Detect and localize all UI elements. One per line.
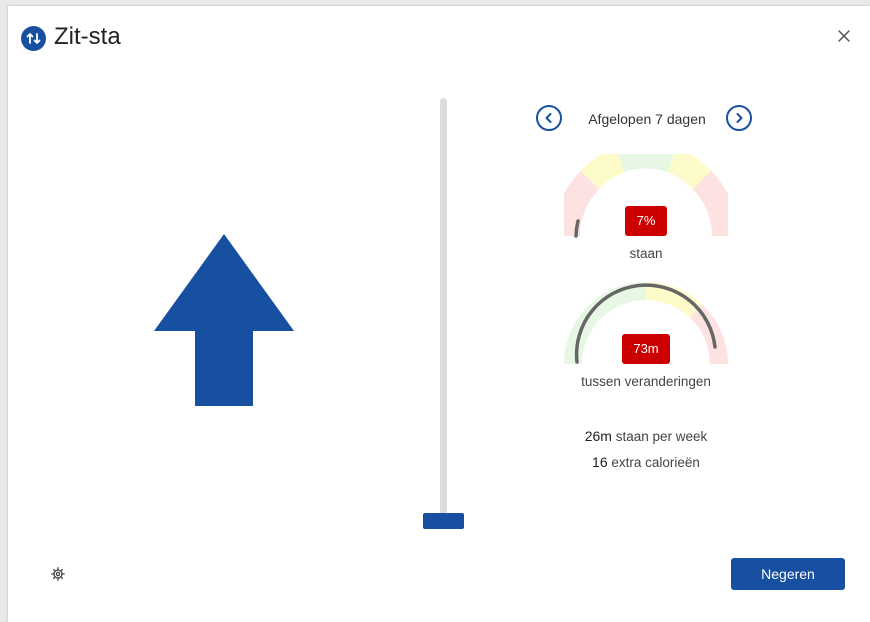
previous-period-button[interactable]	[536, 105, 562, 131]
between-changes-gauge: 73m	[564, 282, 728, 366]
gear-icon[interactable]	[51, 567, 65, 581]
standing-gauge-label: staan	[629, 246, 663, 261]
standing-gauge: 7%	[564, 154, 728, 238]
between-changes-gauge-label: tussen veranderingen	[581, 374, 711, 389]
standing-per-week-label: staan per week	[615, 429, 708, 444]
extra-calories-label: extra calorieën	[611, 455, 700, 470]
close-icon[interactable]	[836, 28, 852, 44]
app-title: Zit-sta	[54, 23, 121, 50]
period-label: Afgelopen 7 dagen	[588, 111, 706, 127]
next-period-button[interactable]	[726, 105, 752, 131]
standing-gauge-badge: 7%	[625, 206, 667, 236]
height-slider-handle[interactable]	[423, 513, 464, 529]
extra-calories-value: 16	[592, 454, 608, 470]
extra-calories-stat: 16 extra calorieën	[538, 454, 754, 470]
chevron-right-icon	[736, 113, 743, 123]
up-arrow-icon	[154, 234, 294, 406]
height-slider-track[interactable]	[440, 98, 447, 526]
ignore-button[interactable]: Negeren	[731, 558, 845, 590]
sit-stand-arrows-icon	[21, 26, 46, 51]
chevron-left-icon	[545, 113, 552, 123]
standing-gauge-needle	[574, 219, 580, 238]
standing-per-week-value: 26m	[584, 428, 612, 444]
sit-stand-dialog: Zit-sta Afgelopen 7 dagen 7% staan 73m t…	[8, 6, 870, 622]
standing-per-week-stat: 26m staan per week	[538, 428, 754, 444]
between-changes-gauge-badge: 73m	[622, 334, 670, 364]
period-navigation: Afgelopen 7 dagen	[536, 105, 758, 135]
